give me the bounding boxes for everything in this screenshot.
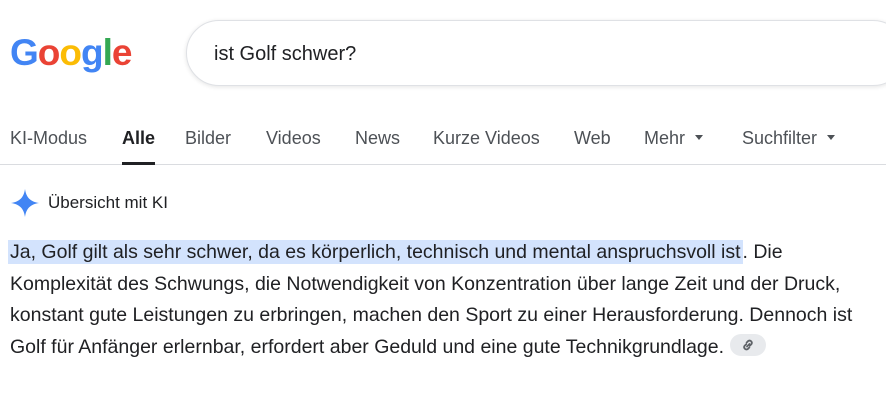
sparkle-icon bbox=[11, 189, 39, 217]
tab-kurze-videos[interactable]: Kurze Videos bbox=[433, 128, 540, 149]
ai-overview-header: Übersicht mit KI bbox=[10, 186, 168, 220]
logo-letter-o2: o bbox=[59, 32, 82, 73]
tab-suchfilter[interactable]: Suchfilter bbox=[742, 128, 836, 149]
link-icon bbox=[743, 340, 753, 351]
tab-ki-modus[interactable]: KI-Modus bbox=[10, 128, 87, 149]
search-input[interactable] bbox=[214, 39, 814, 69]
logo-letter-e: e bbox=[111, 32, 133, 73]
logo-letter-l: l bbox=[102, 32, 113, 73]
chevron-down-icon bbox=[827, 134, 836, 140]
tab-news[interactable]: News bbox=[355, 128, 400, 149]
ai-overview-answer: Ja, Golf gilt als sehr schwer, da es kör… bbox=[8, 237, 870, 363]
search-box[interactable] bbox=[186, 20, 886, 86]
logo-letter-o1: o bbox=[37, 32, 61, 73]
answer-highlight: Ja, Golf gilt als sehr schwer, da es kör… bbox=[8, 240, 743, 264]
google-logo[interactable]: Google bbox=[10, 30, 133, 76]
tab-videos[interactable]: Videos bbox=[266, 128, 321, 149]
ai-overview-title: Übersicht mit KI bbox=[48, 193, 168, 212]
logo-letter-g2: g bbox=[81, 32, 104, 73]
active-tab-indicator bbox=[122, 162, 156, 165]
source-link-button[interactable] bbox=[730, 334, 767, 357]
logo-letter-g: G bbox=[10, 32, 39, 73]
chevron-down-icon bbox=[695, 134, 704, 140]
tab-alle[interactable]: Alle bbox=[122, 128, 156, 165]
tab-mehr[interactable]: Mehr bbox=[644, 128, 704, 149]
tab-bilder[interactable]: Bilder bbox=[185, 128, 231, 149]
tab-web[interactable]: Web bbox=[574, 128, 611, 149]
search-tabs: KI-Modus Alle Bilder Videos News Kurze V… bbox=[0, 118, 886, 165]
